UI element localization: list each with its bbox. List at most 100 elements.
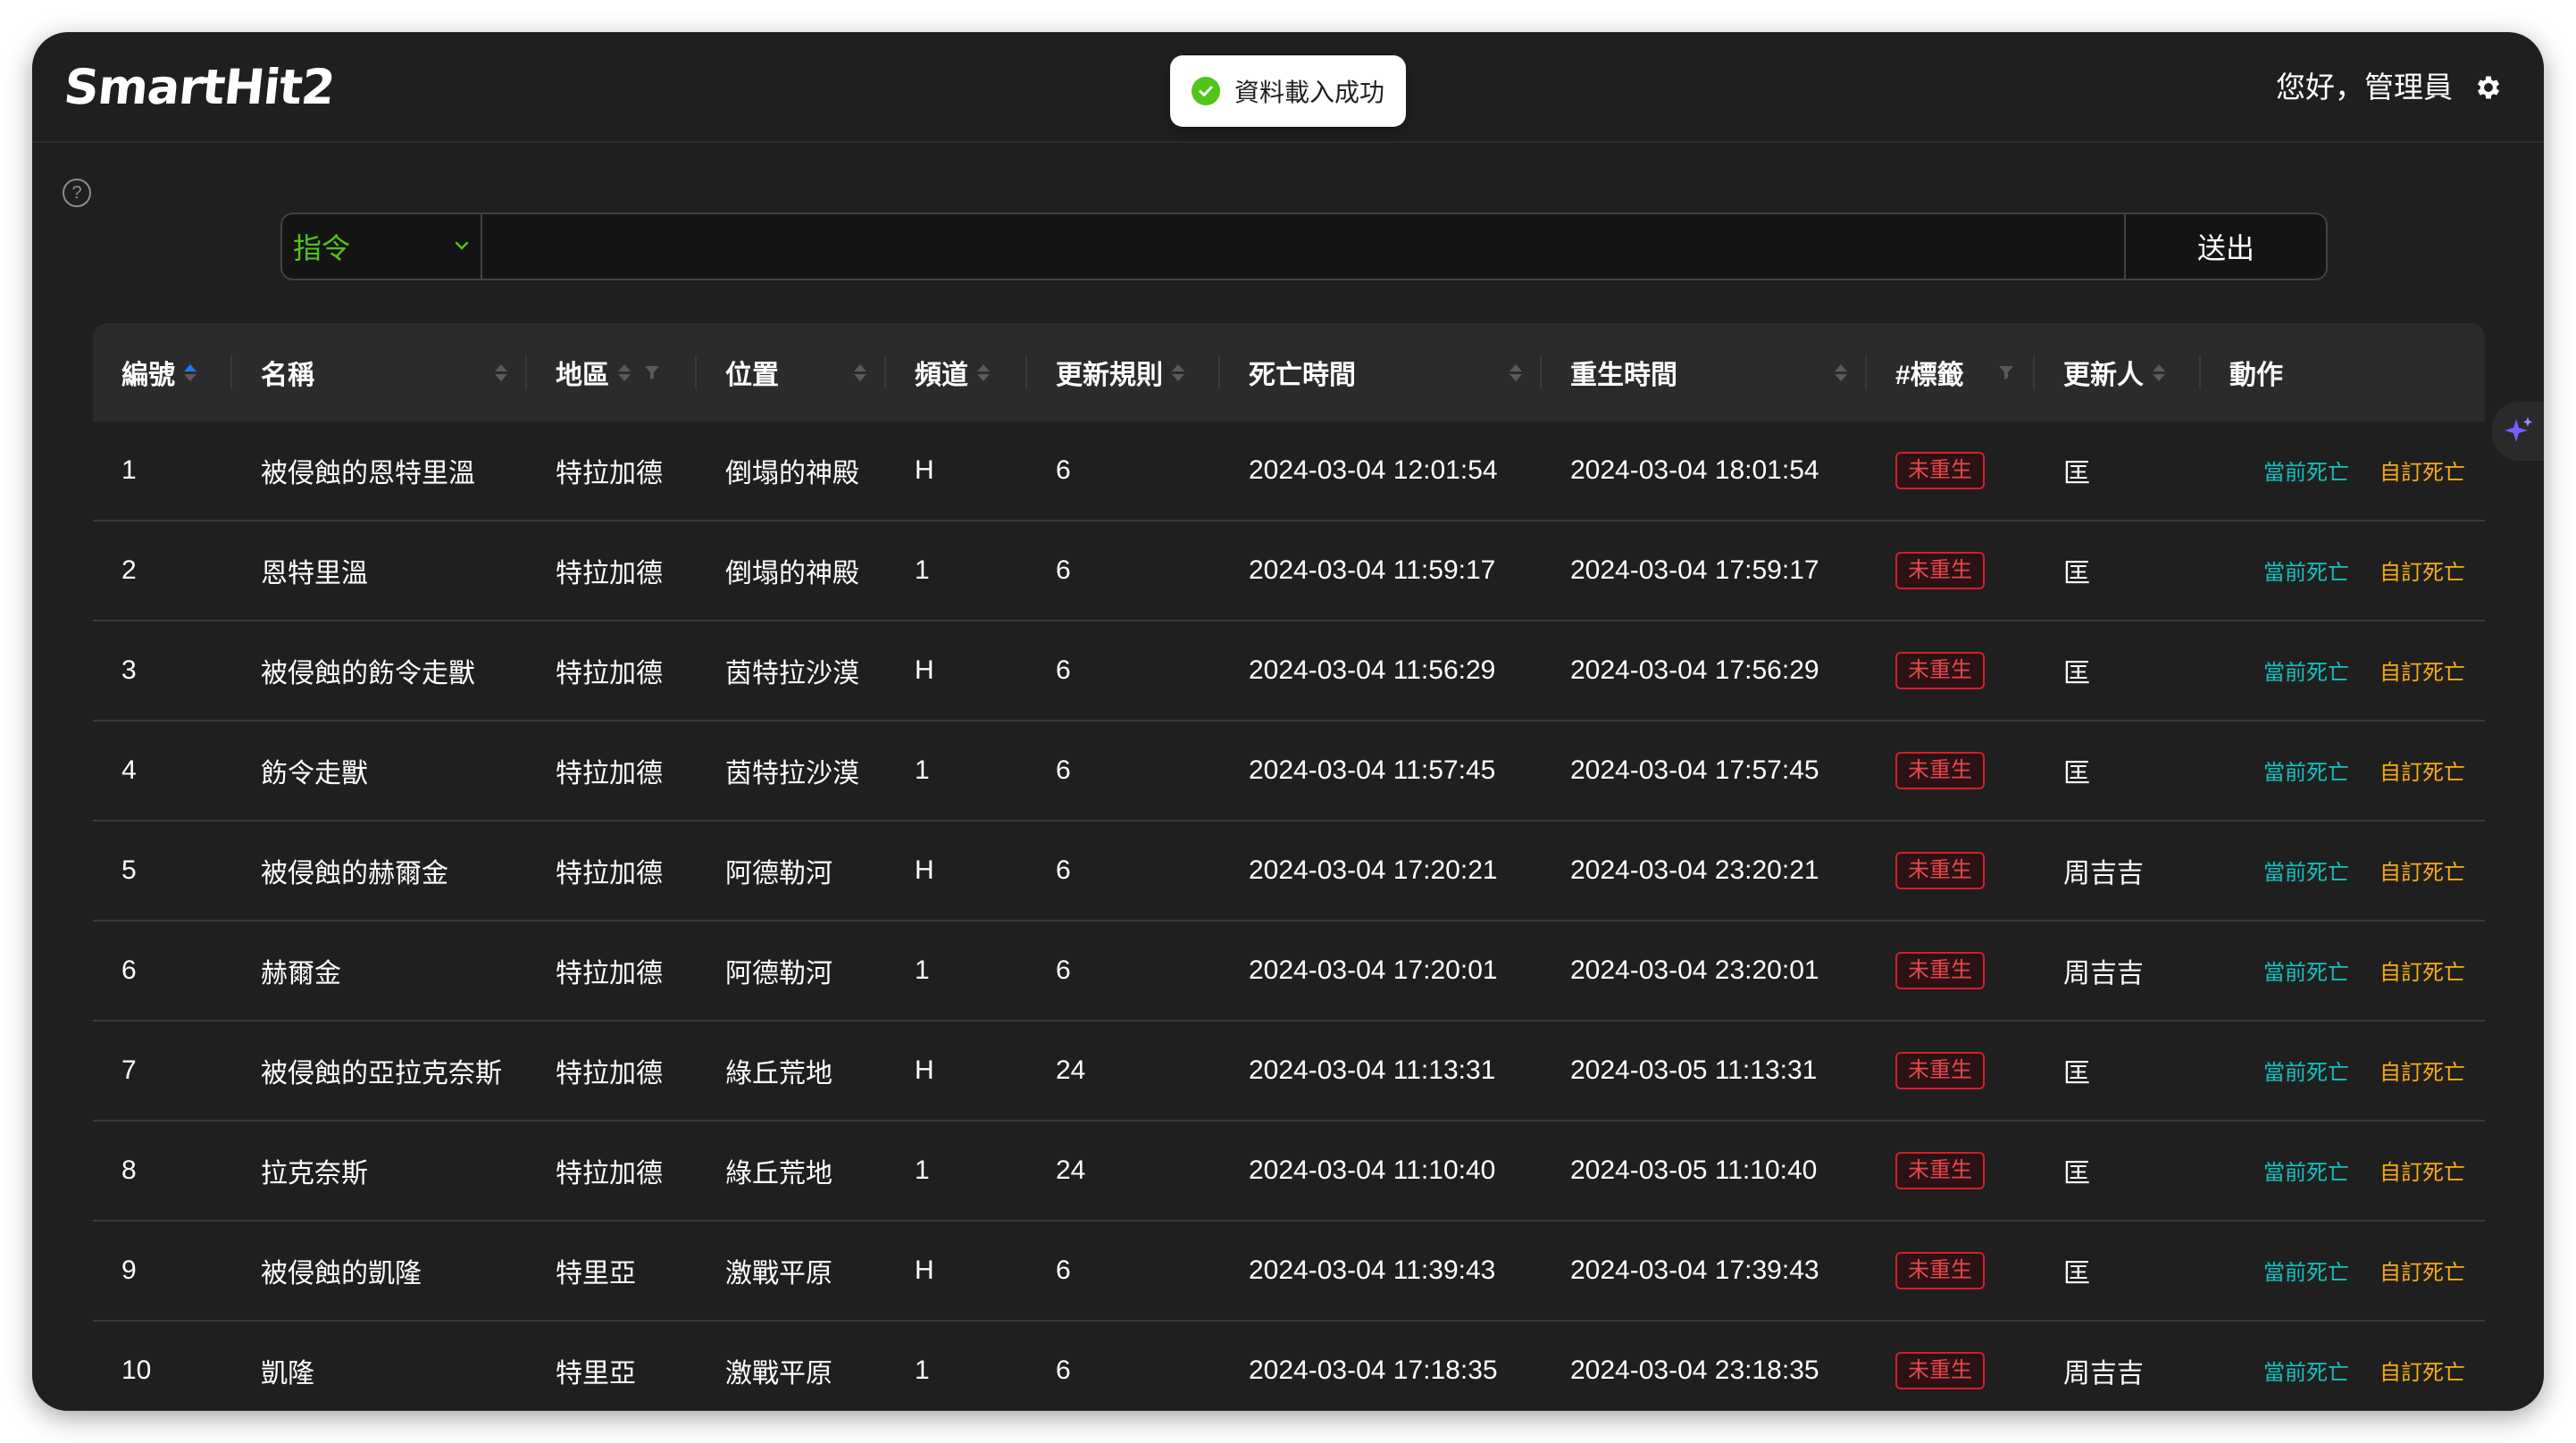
cell-channel: H: [886, 1021, 1027, 1122]
current-death-link[interactable]: 當前死亡: [2263, 761, 2349, 785]
cell-updater: 匡: [2035, 1021, 2201, 1122]
cell-region: 特拉加德: [527, 921, 697, 1022]
cell-tag: 未重生: [1867, 521, 2035, 621]
sort-icon[interactable]: [495, 363, 507, 381]
cell-region: 特拉加德: [527, 521, 697, 621]
cell-tag: 未重生: [1867, 721, 2035, 822]
sort-icon[interactable]: [184, 363, 197, 381]
cell-region: 特拉加德: [527, 821, 697, 922]
custom-death-link[interactable]: 自訂死亡: [2379, 761, 2465, 785]
cell-id: 9: [93, 1221, 232, 1322]
table-row: 6 赫爾金 特拉加德 阿德勒河 1 6 2024-03-04 17:20:01 2024-03…: [93, 921, 2485, 1022]
cell-channel: H: [886, 821, 1027, 922]
command-bar: 指令 送出: [280, 213, 2328, 280]
current-death-link[interactable]: 當前死亡: [2263, 1261, 2349, 1285]
sort-icon[interactable]: [1835, 363, 1847, 381]
check-circle-icon: [1191, 77, 1220, 105]
cell-respawn: 2024-03-05 11:10:40: [1542, 1121, 1867, 1222]
cell-location: 倒塌的神殿: [697, 421, 886, 521]
filter-icon[interactable]: [643, 363, 661, 381]
cell-region: 特拉加德: [527, 721, 697, 822]
cell-channel: 1: [886, 1121, 1027, 1222]
cell-region: 特拉加德: [527, 1021, 697, 1122]
table-row: 2 恩特里溫 特拉加德 倒塌的神殿 1 6 2024-03-04 11:59:17 2024-…: [93, 521, 2485, 621]
gear-icon[interactable]: [2465, 64, 2512, 111]
current-death-link[interactable]: 當前死亡: [2263, 861, 2349, 885]
cell-name: 飭令走獸: [232, 721, 527, 822]
cell-rule: 6: [1027, 421, 1220, 521]
cell-id: 2: [93, 521, 232, 621]
custom-death-link[interactable]: 自訂死亡: [2379, 961, 2465, 985]
current-death-link[interactable]: 當前死亡: [2263, 961, 2349, 985]
current-death-link[interactable]: 當前死亡: [2263, 561, 2349, 585]
sort-icon[interactable]: [1172, 363, 1184, 381]
custom-death-link[interactable]: 自訂死亡: [2379, 861, 2465, 885]
col-id[interactable]: 編號: [93, 323, 232, 421]
cell-region: 特里亞: [527, 1321, 697, 1411]
custom-death-link[interactable]: 自訂死亡: [2379, 1061, 2465, 1085]
cell-channel: H: [886, 421, 1027, 521]
app-window: SmartHit2 您好，管理員 資料載入成功 ? 指令 送出 編號 名稱 地區…: [32, 32, 2544, 1411]
filter-icon[interactable]: [1997, 363, 2015, 381]
cell-location: 激戰平原: [697, 1321, 886, 1411]
col-updater[interactable]: 更新人: [2035, 323, 2201, 421]
cell-actions: 當前死亡 自訂死亡: [2201, 1021, 2485, 1122]
col-location[interactable]: 位置: [697, 323, 886, 421]
command-input[interactable]: [482, 213, 2126, 280]
sort-icon[interactable]: [854, 363, 866, 381]
custom-death-link[interactable]: 自訂死亡: [2379, 1161, 2465, 1185]
cell-id: 1: [93, 421, 232, 521]
user-greeting: 您好，管理員: [2276, 71, 2453, 104]
cell-rule: 6: [1027, 921, 1220, 1022]
cell-actions: 當前死亡 自訂死亡: [2201, 1321, 2485, 1411]
table-row: 10 凱隆 特里亞 激戰平原 1 6 2024-03-04 17:18:35 2024-03-…: [93, 1321, 2485, 1411]
cell-respawn: 2024-03-04 17:57:45: [1542, 721, 1867, 822]
col-name[interactable]: 名稱: [232, 323, 527, 421]
cell-death: 2024-03-04 11:39:43: [1220, 1221, 1542, 1322]
current-death-link[interactable]: 當前死亡: [2263, 1061, 2349, 1085]
sort-icon[interactable]: [977, 363, 990, 381]
sort-icon[interactable]: [1510, 363, 1522, 381]
toast-message: 資料載入成功: [1234, 79, 1384, 106]
cell-tag: 未重生: [1867, 821, 2035, 922]
current-death-link[interactable]: 當前死亡: [2263, 1361, 2349, 1385]
current-death-link[interactable]: 當前死亡: [2263, 461, 2349, 485]
col-tag[interactable]: #標籤: [1867, 323, 2035, 421]
current-death-link[interactable]: 當前死亡: [2263, 661, 2349, 685]
cell-respawn: 2024-03-04 17:56:29: [1542, 621, 1867, 722]
command-select[interactable]: 指令: [280, 213, 482, 280]
cell-rule: 24: [1027, 1121, 1220, 1222]
col-region[interactable]: 地區: [527, 323, 697, 421]
cell-id: 7: [93, 1021, 232, 1122]
col-rule[interactable]: 更新規則: [1027, 323, 1220, 421]
col-respawn-time[interactable]: 重生時間: [1542, 323, 1867, 421]
col-death-time[interactable]: 死亡時間: [1220, 323, 1542, 421]
help-icon[interactable]: ?: [63, 179, 91, 207]
sort-icon[interactable]: [2153, 363, 2165, 381]
status-badge: 未重生: [1895, 1352, 1985, 1389]
success-toast: 資料載入成功: [1170, 55, 1406, 127]
status-badge: 未重生: [1895, 1252, 1985, 1289]
custom-death-link[interactable]: 自訂死亡: [2379, 661, 2465, 685]
cell-location: 綠丘荒地: [697, 1121, 886, 1222]
cell-location: 阿德勒河: [697, 921, 886, 1022]
custom-death-link[interactable]: 自訂死亡: [2379, 1261, 2465, 1285]
send-button[interactable]: 送出: [2126, 213, 2328, 280]
table-row: 8 拉克奈斯 特拉加德 綠丘荒地 1 24 2024-03-04 11:10:40 2024-…: [93, 1121, 2485, 1222]
custom-death-link[interactable]: 自訂死亡: [2379, 1361, 2465, 1385]
sort-icon[interactable]: [618, 363, 631, 381]
col-action: 動作: [2201, 323, 2485, 421]
custom-death-link[interactable]: 自訂死亡: [2379, 461, 2465, 485]
cell-channel: H: [886, 621, 1027, 722]
col-channel[interactable]: 頻道: [886, 323, 1027, 421]
sparkle-icon[interactable]: [2492, 402, 2544, 461]
custom-death-link[interactable]: 自訂死亡: [2379, 561, 2465, 585]
cell-tag: 未重生: [1867, 1121, 2035, 1222]
cell-region: 特拉加德: [527, 421, 697, 521]
cell-tag: 未重生: [1867, 1321, 2035, 1411]
cell-id: 6: [93, 921, 232, 1022]
app-logo[interactable]: SmartHit2: [61, 52, 339, 123]
current-death-link[interactable]: 當前死亡: [2263, 1161, 2349, 1185]
cell-rule: 6: [1027, 1321, 1220, 1411]
table-body: 1 被侵蝕的恩特里溫 特拉加德 倒塌的神殿 H 6 2024-03-04 12:01:54 2…: [93, 421, 2485, 1411]
